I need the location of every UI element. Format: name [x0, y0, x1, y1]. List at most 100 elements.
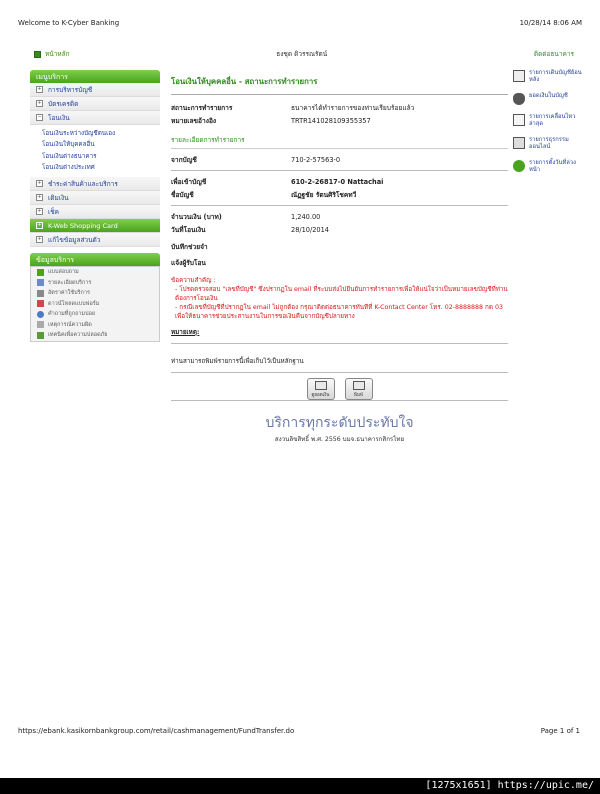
info-label: เทคนิคเพื่อความปลอดภัย: [48, 332, 108, 339]
print-header: Welcome to K-Cyber Banking 10/28/14 8:06…: [18, 19, 582, 27]
plus-icon: +: [36, 236, 43, 243]
info-item-incident[interactable]: เหตุการณ์ความผิด: [31, 320, 159, 331]
submenu-other-person[interactable]: โอนเงินให้บุคคลอื่น: [30, 139, 160, 151]
printer-icon: [352, 380, 365, 390]
notify-label: แจ้งผู้รับโอน: [171, 259, 206, 267]
info-item-details[interactable]: รายละเอียดบริการ: [31, 278, 159, 289]
to-row: เพื่อเข้าบัญชี 610-2-26817-0 Nattachai: [171, 175, 508, 188]
from-label: จากบัญชี: [171, 156, 197, 164]
magnifier-icon: [314, 380, 327, 390]
transfer-submenu: โอนเงินระหว่างบัญชีตนเอง โอนเงินให้บุคคล…: [30, 125, 160, 177]
info-label: ดาวน์โหลดแบบฟอร์ม: [48, 300, 100, 307]
submenu-own-account[interactable]: โอนเงินระหว่างบัญชีตนเอง: [30, 127, 160, 139]
home-link[interactable]: หน้าหลัก: [34, 49, 70, 59]
sidebar-item-cheque[interactable]: + เช็ค: [30, 205, 160, 219]
money-bag-icon: [513, 93, 525, 105]
main-content: โอนเงินให้บุคคลอื่น - สถานะการทำรายการ ส…: [171, 76, 508, 400]
info-item-faq[interactable]: คำถามที่ถูกถามบ่อย: [31, 309, 159, 320]
right-item-balance[interactable]: ยอดเงินในบัญชี: [513, 93, 585, 105]
contact-link[interactable]: ติดต่อธนาคาร: [534, 49, 574, 59]
home-label: หน้าหลัก: [45, 50, 70, 58]
info-label: คำถามที่ถูกถามบ่อย: [48, 311, 96, 318]
info-label: รายละเอียดบริการ: [48, 279, 92, 286]
watermark: [1275x1651] https://upic.me/: [425, 780, 594, 791]
preview-label: ดูยอดเงิน: [311, 392, 330, 398]
ref-label: หมายเลขอ้างอิง: [171, 117, 217, 125]
amount-row: จำนวนเงิน (บาท) 1,240.00: [171, 210, 508, 223]
from-value: 710-2-57563-0: [291, 155, 341, 164]
info-item-fees[interactable]: อัตราค่าใช้บริการ: [31, 288, 159, 299]
remark-label: หมายเหตุ:: [171, 329, 200, 336]
info-item-download[interactable]: ดาวน์โหลดแบบฟอร์ม: [31, 299, 159, 310]
sidebar-item-topup[interactable]: + เติมเงิน: [30, 191, 160, 205]
section-title: รายละเอียดการทำรายการ: [171, 135, 508, 149]
name-value: ณัฏฐชัย รัตนศิริโชคทวี: [291, 191, 357, 199]
calculator-icon: [37, 289, 44, 297]
sidebar-item-payment[interactable]: + ชำระค่าสินค้าและบริการ: [30, 177, 160, 191]
sidebar-item-edit-info[interactable]: + แก้ไขข้อมูลส่วนตัว: [30, 233, 160, 247]
sidebar-item-credit-card[interactable]: + บัตรเครดิต: [30, 97, 160, 111]
sidebar-item-label: เช็ค: [48, 207, 59, 216]
date-row: วันที่โอนเงิน 28/10/2014: [171, 223, 508, 236]
print-footer: https://ebank.kasikornbankgroup.com/reta…: [18, 727, 580, 735]
copyright: สงวนลิขสิทธิ์ พ.ศ. 2556 บมจ.ธนาคารกสิกรไ…: [274, 436, 405, 443]
clock-icon: [513, 160, 525, 172]
amount-label: จำนวนเงิน (บาท): [171, 213, 222, 221]
plus-icon: +: [36, 208, 43, 215]
document-icon: [37, 279, 44, 287]
action-buttons: ดูยอดเงิน พิมพ์: [171, 378, 508, 400]
to-label: เพื่อเข้าบัญชี: [171, 178, 207, 186]
sidebar-item-label: เติมเงิน: [48, 193, 69, 202]
submenu-other-bank[interactable]: โอนเงินต่างธนาคาร: [30, 150, 160, 162]
info-item-survey[interactable]: แบบสอบถาม: [31, 267, 159, 278]
print-label: พิมพ์: [354, 392, 363, 398]
sidebar-item-label: การบริหารบัญชี: [48, 85, 93, 94]
print-datetime: 10/28/14 8:06 AM: [519, 19, 582, 27]
status-row: สถานะการทำรายการ ธนาคารได้ทำรายการของท่า…: [171, 101, 508, 114]
sidebar-item-kweb[interactable]: + K-Web Shopping Card: [30, 219, 160, 233]
sidebar-item-transfer[interactable]: − โอนเงิน: [30, 111, 160, 125]
notice-text-1: - โปรดตรวจสอบ "เลขที่บัญชี" ซึ่งปรากฏใน …: [175, 286, 508, 302]
name-row: ชื่อบัญชี ณัฏฐชัย รัตนศิริโชคทวี: [171, 188, 508, 201]
plus-icon: +: [36, 180, 43, 187]
info-item-security[interactable]: เทคนิคเพื่อความปลอดภัย: [31, 330, 159, 341]
status-label: สถานะการทำรายการ: [171, 104, 233, 112]
print-note: ท่านสามารถพิมพ์รายการนี้เพื่อเก็บไว้เป็น…: [171, 356, 508, 373]
right-item-scheduled[interactable]: รายการตั้งวันที่ล่วงหน้า: [513, 160, 585, 174]
alert-icon: [37, 321, 44, 329]
sidebar: เมนูบริการ + การบริหารบัญชี + บัตรเครดิต…: [30, 70, 160, 342]
memo-label: บันทึกช่วยจำ: [171, 242, 208, 251]
minus-icon: −: [36, 114, 43, 121]
statement-icon: [513, 70, 525, 82]
lock-icon: [37, 331, 44, 339]
right-item-label: รายการเคลื่อนไหวล่าสุด: [529, 114, 576, 127]
right-item-statement[interactable]: รายการเดินบัญชีย้อนหลัง: [513, 70, 585, 84]
page-title: โอนเงินให้บุคคลอื่น - สถานะการทำรายการ: [171, 76, 508, 95]
sidebar-item-account[interactable]: + การบริหารบัญชี: [30, 83, 160, 97]
sidebar-item-label: บัตรเครดิต: [48, 99, 79, 108]
info-label: เหตุการณ์ความผิด: [48, 321, 92, 328]
preview-button[interactable]: ดูยอดเงิน: [306, 378, 335, 400]
ref-value: TRTR141028109355357: [291, 116, 371, 125]
notice-text-2: - กรณีเลขที่บัญชีที่ปรากฏใน email ไม่ถูก…: [175, 304, 503, 320]
question-icon: [37, 310, 44, 318]
right-item-recent[interactable]: รายการเคลื่อนไหวล่าสุด: [513, 114, 585, 128]
submenu-overseas[interactable]: โอนเงินต่างประเทศ: [30, 162, 160, 174]
name-label: ชื่อบัญชี: [171, 191, 194, 199]
download-icon: [37, 300, 44, 308]
info-label: อัตราค่าใช้บริการ: [48, 290, 90, 297]
status-value: ธนาคารได้ทำรายการของท่านเรียบร้อยแล้ว: [291, 104, 415, 112]
top-bar: หน้าหลัก ธงชุด ดิวรรณรัตน์ ติดต่อธนาคาร: [34, 47, 574, 61]
date-value: 28/10/2014: [291, 225, 330, 234]
sidebar-item-label: ชำระค่าสินค้าและบริการ: [48, 179, 118, 188]
plus-icon: +: [36, 222, 43, 229]
right-item-online[interactable]: รายการธุรกรรมออนไลน์: [513, 137, 585, 151]
print-url: https://ebank.kasikornbankgroup.com/reta…: [18, 727, 295, 735]
check-icon: [37, 268, 44, 276]
print-button[interactable]: พิมพ์: [344, 378, 373, 400]
amount-value: 1,240.00: [291, 212, 321, 221]
ref-row: หมายเลขอ้างอิง TRTR141028109355357: [171, 114, 508, 127]
sidebar-item-label: โอนเงิน: [48, 113, 70, 122]
slogan: บริการทุกระดับประทับใจ: [265, 415, 414, 431]
from-row: จากบัญชี 710-2-57563-0: [171, 153, 508, 166]
